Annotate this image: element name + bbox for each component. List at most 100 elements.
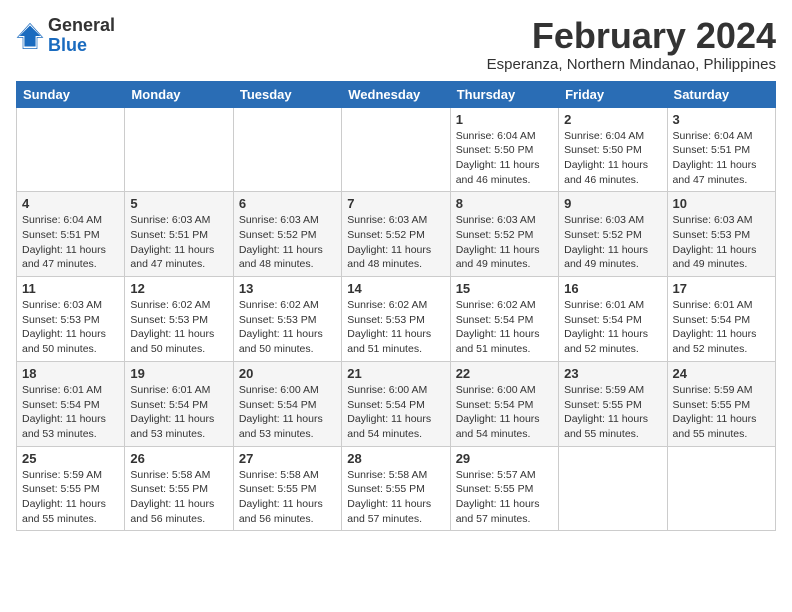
- day-number: 4: [22, 196, 119, 211]
- day-number: 14: [347, 281, 444, 296]
- day-number: 11: [22, 281, 119, 296]
- calendar-cell: 12Sunrise: 6:02 AM Sunset: 5:53 PM Dayli…: [125, 277, 233, 362]
- day-number: 19: [130, 366, 227, 381]
- weekday-header-tuesday: Tuesday: [233, 81, 341, 107]
- weekday-header-saturday: Saturday: [667, 81, 775, 107]
- calendar-cell: 28 Sunrise: 5:58 AM Sunset: 5:55 PM Dayli…: [342, 446, 450, 531]
- day-info: Sunrise: 6:03 AM Sunset: 5:52 PM Dayligh…: [239, 213, 336, 272]
- calendar-cell: 13 Sunrise: 6:02 AM Sunset: 5:53 PM Dayli…: [233, 277, 341, 362]
- day-info: Sunrise: 5:58 AM Sunset: 5:55 PM Dayligh…: [130, 468, 227, 527]
- calendar-cell: 17Sunrise: 6:01 AM Sunset: 5:54 PM Dayli…: [667, 277, 775, 362]
- calendar-cell: 3 Sunrise: 6:04 AM Sunset: 5:51 PM Daylig…: [667, 107, 775, 192]
- day-info: Sunrise: 5:58 AM Sunset: 5:55 PM Dayligh…: [347, 468, 444, 527]
- calendar-week-3: 11 Sunrise: 6:03 AM Sunset: 5:53 PM Dayli…: [17, 277, 776, 362]
- logo-blue: Blue: [48, 35, 87, 55]
- day-number: 10: [673, 196, 770, 211]
- day-info: Sunrise: 6:04 AM Sunset: 5:50 PM Dayligh…: [456, 129, 553, 188]
- calendar-cell: 24Sunrise: 5:59 AM Sunset: 5:55 PM Dayli…: [667, 361, 775, 446]
- day-info: Sunrise: 6:00 AM Sunset: 5:54 PM Dayligh…: [347, 383, 444, 442]
- title-area: February 2024 Esperanza, Northern Mindan…: [487, 16, 776, 73]
- day-number: 7: [347, 196, 444, 211]
- day-number: 27: [239, 451, 336, 466]
- day-number: 15: [456, 281, 553, 296]
- calendar-cell: 23 Sunrise: 5:59 AM Sunset: 5:55 PM Dayli…: [559, 361, 667, 446]
- day-info: Sunrise: 6:03 AM Sunset: 5:53 PM Dayligh…: [22, 298, 119, 357]
- calendar-cell: [667, 446, 775, 531]
- day-info: Sunrise: 6:03 AM Sunset: 5:51 PM Dayligh…: [130, 213, 227, 272]
- day-number: 18: [22, 366, 119, 381]
- header: General Blue February 2024 Esperanza, No…: [16, 16, 776, 73]
- day-number: 21: [347, 366, 444, 381]
- day-info: Sunrise: 6:03 AM Sunset: 5:52 PM Dayligh…: [347, 213, 444, 272]
- calendar-cell: 22Sunrise: 6:00 AM Sunset: 5:54 PM Dayli…: [450, 361, 558, 446]
- calendar-cell: 9 Sunrise: 6:03 AM Sunset: 5:52 PM Daylig…: [559, 192, 667, 277]
- day-number: 9: [564, 196, 661, 211]
- day-info: Sunrise: 6:01 AM Sunset: 5:54 PM Dayligh…: [564, 298, 661, 357]
- weekday-row: SundayMondayTuesdayWednesdayThursdayFrid…: [17, 81, 776, 107]
- day-number: 13: [239, 281, 336, 296]
- day-number: 20: [239, 366, 336, 381]
- calendar-cell: [342, 107, 450, 192]
- calendar-subtitle: Esperanza, Northern Mindanao, Philippine…: [487, 56, 776, 73]
- calendar-cell: 19 Sunrise: 6:01 AM Sunset: 5:54 PM Dayli…: [125, 361, 233, 446]
- day-info: Sunrise: 6:02 AM Sunset: 5:53 PM Dayligh…: [130, 298, 227, 357]
- weekday-header-wednesday: Wednesday: [342, 81, 450, 107]
- day-info: Sunrise: 6:03 AM Sunset: 5:53 PM Dayligh…: [673, 213, 770, 272]
- day-number: 22: [456, 366, 553, 381]
- calendar-cell: 25Sunrise: 5:59 AM Sunset: 5:55 PM Dayli…: [17, 446, 125, 531]
- calendar-cell: [559, 446, 667, 531]
- calendar-cell: 2Sunrise: 6:04 AM Sunset: 5:50 PM Daylig…: [559, 107, 667, 192]
- day-info: Sunrise: 5:57 AM Sunset: 5:55 PM Dayligh…: [456, 468, 553, 527]
- calendar-cell: 26 Sunrise: 5:58 AM Sunset: 5:55 PM Dayli…: [125, 446, 233, 531]
- logo-text: General Blue: [48, 16, 115, 56]
- calendar-cell: 20Sunrise: 6:00 AM Sunset: 5:54 PM Dayli…: [233, 361, 341, 446]
- day-number: 5: [130, 196, 227, 211]
- day-info: Sunrise: 6:02 AM Sunset: 5:54 PM Dayligh…: [456, 298, 553, 357]
- calendar-cell: 21 Sunrise: 6:00 AM Sunset: 5:54 PM Dayli…: [342, 361, 450, 446]
- day-number: 16: [564, 281, 661, 296]
- day-info: Sunrise: 6:03 AM Sunset: 5:52 PM Dayligh…: [456, 213, 553, 272]
- calendar-body: 1 Sunrise: 6:04 AM Sunset: 5:50 PM Daylig…: [17, 107, 776, 531]
- day-number: 28: [347, 451, 444, 466]
- calendar-cell: 6Sunrise: 6:03 AM Sunset: 5:52 PM Daylig…: [233, 192, 341, 277]
- day-number: 2: [564, 112, 661, 127]
- calendar-cell: 4 Sunrise: 6:04 AM Sunset: 5:51 PM Daylig…: [17, 192, 125, 277]
- day-info: Sunrise: 5:59 AM Sunset: 5:55 PM Dayligh…: [564, 383, 661, 442]
- calendar-week-2: 4 Sunrise: 6:04 AM Sunset: 5:51 PM Daylig…: [17, 192, 776, 277]
- calendar-cell: 27 Sunrise: 5:58 AM Sunset: 5:55 PM Dayli…: [233, 446, 341, 531]
- day-info: Sunrise: 6:02 AM Sunset: 5:53 PM Dayligh…: [239, 298, 336, 357]
- calendar-week-1: 1 Sunrise: 6:04 AM Sunset: 5:50 PM Daylig…: [17, 107, 776, 192]
- logo-icon: [16, 22, 44, 50]
- weekday-header-sunday: Sunday: [17, 81, 125, 107]
- logo: General Blue: [16, 16, 115, 56]
- day-info: Sunrise: 6:03 AM Sunset: 5:52 PM Dayligh…: [564, 213, 661, 272]
- calendar-week-5: 25Sunrise: 5:59 AM Sunset: 5:55 PM Dayli…: [17, 446, 776, 531]
- calendar-cell: 15 Sunrise: 6:02 AM Sunset: 5:54 PM Dayli…: [450, 277, 558, 362]
- calendar-cell: 11 Sunrise: 6:03 AM Sunset: 5:53 PM Dayli…: [17, 277, 125, 362]
- calendar-table: SundayMondayTuesdayWednesdayThursdayFrid…: [16, 81, 776, 532]
- day-number: 1: [456, 112, 553, 127]
- day-info: Sunrise: 5:59 AM Sunset: 5:55 PM Dayligh…: [22, 468, 119, 527]
- day-number: 8: [456, 196, 553, 211]
- calendar-cell: 10 Sunrise: 6:03 AM Sunset: 5:53 PM Dayli…: [667, 192, 775, 277]
- day-number: 23: [564, 366, 661, 381]
- day-number: 26: [130, 451, 227, 466]
- calendar-cell: 8 Sunrise: 6:03 AM Sunset: 5:52 PM Daylig…: [450, 192, 558, 277]
- calendar-cell: 7 Sunrise: 6:03 AM Sunset: 5:52 PM Daylig…: [342, 192, 450, 277]
- day-info: Sunrise: 6:01 AM Sunset: 5:54 PM Dayligh…: [130, 383, 227, 442]
- day-info: Sunrise: 6:01 AM Sunset: 5:54 PM Dayligh…: [22, 383, 119, 442]
- day-info: Sunrise: 6:04 AM Sunset: 5:51 PM Dayligh…: [22, 213, 119, 272]
- weekday-header-friday: Friday: [559, 81, 667, 107]
- calendar-cell: 16 Sunrise: 6:01 AM Sunset: 5:54 PM Dayli…: [559, 277, 667, 362]
- logo-general: General: [48, 15, 115, 35]
- weekday-header-thursday: Thursday: [450, 81, 558, 107]
- day-info: Sunrise: 5:58 AM Sunset: 5:55 PM Dayligh…: [239, 468, 336, 527]
- day-number: 29: [456, 451, 553, 466]
- day-info: Sunrise: 6:04 AM Sunset: 5:51 PM Dayligh…: [673, 129, 770, 188]
- day-info: Sunrise: 6:01 AM Sunset: 5:54 PM Dayligh…: [673, 298, 770, 357]
- day-info: Sunrise: 6:02 AM Sunset: 5:53 PM Dayligh…: [347, 298, 444, 357]
- day-info: Sunrise: 5:59 AM Sunset: 5:55 PM Dayligh…: [673, 383, 770, 442]
- calendar-cell: [17, 107, 125, 192]
- day-number: 3: [673, 112, 770, 127]
- calendar-cell: 14 Sunrise: 6:02 AM Sunset: 5:53 PM Dayli…: [342, 277, 450, 362]
